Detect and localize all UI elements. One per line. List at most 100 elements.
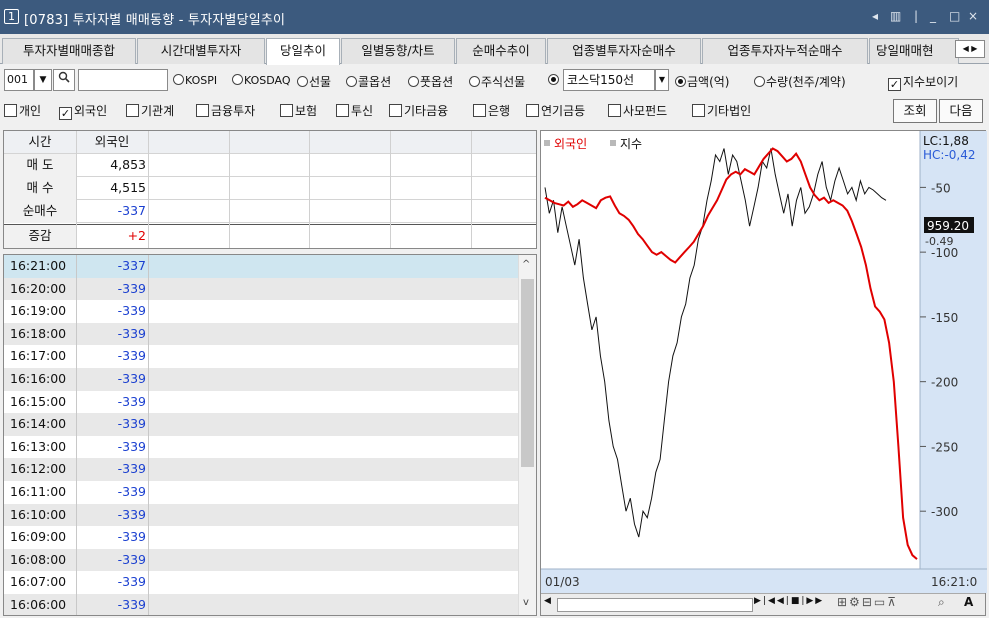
investor-checkbox-foreign[interactable]: ✓ 외국인 <box>59 102 107 120</box>
investor-checkbox-pension[interactable]: 연기금등 <box>526 102 585 119</box>
summary-value: 4,515 <box>110 180 146 195</box>
investor-checkbox-trust[interactable]: 투신 <box>336 102 373 119</box>
time-list-row[interactable]: 16:15:00 -339 <box>4 391 519 414</box>
summary-label: 매 도 <box>4 154 76 177</box>
investor-label: 기관계 <box>141 104 175 118</box>
investor-checkbox-other-corp[interactable]: 기타법인 <box>692 102 751 119</box>
net-buy-cell: -339 <box>117 461 146 477</box>
legend-index: 지수 <box>620 137 642 151</box>
checkbox-icon <box>196 104 209 117</box>
close-icon[interactable]: × <box>968 9 978 23</box>
tab-investor-summary[interactable]: 투자자별매매종합 <box>2 38 136 64</box>
tab-sector-cumulative[interactable]: 업종투자자누적순매수 <box>702 38 868 64</box>
time-list[interactable]: 16:21:00 -337 16:20:00 -339 16:19:00 -339 16:1… <box>3 254 537 616</box>
time-list-row[interactable]: 16:18:00 -339 <box>4 322 519 346</box>
market-option-kospi[interactable]: KOSPI <box>173 73 217 87</box>
time-list-row[interactable]: 16:08:00 -339 <box>4 548 519 572</box>
scroll-thumb[interactable] <box>521 279 534 467</box>
investor-checkbox-bank[interactable]: 은행 <box>473 102 510 119</box>
search-input[interactable] <box>78 69 168 91</box>
investor-label: 투신 <box>351 104 374 118</box>
summary-value: -337 <box>117 203 146 218</box>
time-list-row[interactable]: 16:07:00 -339 <box>4 571 519 594</box>
market-option-futures[interactable]: 선물 <box>297 73 331 90</box>
query-button[interactable]: 조회 <box>893 99 937 123</box>
time-list-row[interactable]: 16:09:00 -339 <box>4 526 519 549</box>
tab-daily-trend[interactable]: 당일추이 <box>266 38 340 65</box>
summary-value: +2 <box>127 228 146 243</box>
text-size-icon[interactable]: A <box>964 595 973 609</box>
investor-checkbox-individual[interactable]: 개인 <box>4 102 41 119</box>
time-list-row[interactable]: 16:11:00 -339 <box>4 481 519 504</box>
time-list-row[interactable]: 16:13:00 -339 <box>4 436 519 459</box>
market-option-selected[interactable] <box>548 73 560 87</box>
time-cell: 16:08:00 <box>10 551 67 567</box>
time-list-row[interactable]: 16:17:00 -339 <box>4 345 519 368</box>
scroll-down-icon[interactable]: v <box>523 597 529 608</box>
screen-icon[interactable]: ▥ <box>890 9 901 23</box>
minimize-icon[interactable]: _ <box>930 9 936 23</box>
market-dropdown-icon[interactable]: ▼ <box>655 69 669 91</box>
list-scrollbar[interactable]: ^ v <box>518 255 536 615</box>
tab-time-investor[interactable]: 시간대별투자자 <box>137 38 265 64</box>
market-option-kosdaq[interactable]: KOSDAQ <box>232 73 291 87</box>
time-cell: 16:09:00 <box>10 529 67 545</box>
time-list-row[interactable]: 16:21:00 -337 <box>4 255 519 278</box>
time-cell: 16:12:00 <box>10 461 67 477</box>
investor-toolbar: 개인 ✓ 외국인 기관계 금융투자 보험 투신 기타금융 은행 연기금등 사모펀드… <box>0 96 989 124</box>
summary-header-row: 시간 외국인 <box>4 131 536 154</box>
investor-checkbox-private-fund[interactable]: 사모펀드 <box>608 102 667 119</box>
tab-daily-chart[interactable]: 일별동향/차트 <box>341 38 455 64</box>
market-option-kospi-label: KOSPI <box>185 74 218 87</box>
radio-icon <box>408 76 419 87</box>
investor-checkbox-insurance[interactable]: 보험 <box>280 102 317 119</box>
unit-option-quantity[interactable]: 수량(천주/계약) <box>754 73 846 90</box>
next-button[interactable]: 다음 <box>939 99 983 123</box>
radio-icon <box>346 76 357 87</box>
time-list-row[interactable]: 16:06:00 -339 <box>4 594 519 615</box>
code-dropdown-icon[interactable]: ▼ <box>34 69 52 91</box>
tab-scroll-arrows-icon[interactable]: ◀ ▶ <box>955 40 985 58</box>
x-start-label: 01/03 <box>545 575 580 589</box>
maximize-icon[interactable]: □ <box>949 9 960 23</box>
tab-sector-net-buy[interactable]: 업종별투자자순매수 <box>547 38 701 64</box>
chart-scroll-left-icon[interactable]: ◀ <box>544 596 551 606</box>
code-field[interactable]: 001 <box>4 69 34 91</box>
investor-checkbox-financial[interactable]: 금융투자 <box>196 102 255 119</box>
time-list-row[interactable]: 16:20:00 -339 <box>4 277 519 301</box>
time-cell: 16:10:00 <box>10 506 67 522</box>
tab-bar: 투자자별매매종합 시간대별투자자 당일추이 일별동향/차트 순매수추이 업종별투… <box>0 34 989 65</box>
investor-checkbox-other-finance[interactable]: 기타금융 <box>389 102 448 119</box>
trend-chart[interactable]: -50 -100 -150 -200 -250 -300 외국인 지수 LC:1,88 H… <box>540 130 987 616</box>
index-toggle-checkbox[interactable]: ✓ 지수보이기 <box>888 73 958 91</box>
tab-net-buy-trend[interactable]: 순매수추이 <box>456 38 546 64</box>
radio-icon <box>297 76 308 87</box>
summary-row: 순매수 -337 <box>4 200 536 223</box>
investor-checkbox-institution[interactable]: 기관계 <box>126 102 174 119</box>
x-end-label: 16:21:0 <box>931 575 977 589</box>
zoom-icon[interactable]: ⌕ <box>938 595 945 610</box>
time-list-row[interactable]: 16:14:00 -339 <box>4 413 519 436</box>
scroll-up-icon[interactable]: ^ <box>522 259 530 270</box>
chart-scroll-track[interactable] <box>557 598 753 612</box>
unit-option-amount-label: 금액(억) <box>687 75 730 89</box>
chart-tool-icons[interactable]: ⊞⚙⊟▭⊼ <box>837 595 898 609</box>
market-option-call[interactable]: 콜옵션 <box>346 73 391 90</box>
radio-icon <box>469 76 480 87</box>
market-option-put[interactable]: 풋옵션 <box>408 73 453 90</box>
market-option-put-label: 풋옵션 <box>420 75 454 89</box>
restore-left-icon[interactable]: ◂ <box>872 9 878 23</box>
time-list-row[interactable]: 16:19:00 -339 <box>4 300 519 323</box>
time-list-row[interactable]: 16:12:00 -339 <box>4 458 519 481</box>
market-select[interactable]: 코스닥150선 <box>563 69 655 91</box>
chart-playback-icons[interactable]: ▶|◀◀|■|▶▶ <box>754 596 824 606</box>
unit-option-amount[interactable]: 금액(억) <box>675 73 729 90</box>
investor-label: 기타금융 <box>404 104 449 118</box>
time-cell: 16:19:00 <box>10 303 67 319</box>
tab-daily-trading[interactable]: 당일매매현 <box>869 38 959 64</box>
time-list-row[interactable]: 16:10:00 -339 <box>4 503 519 527</box>
net-buy-cell: -339 <box>117 529 146 545</box>
time-list-row[interactable]: 16:16:00 -339 <box>4 368 519 391</box>
market-option-stock-futures[interactable]: 주식선물 <box>469 73 525 90</box>
search-icon[interactable] <box>53 69 75 91</box>
